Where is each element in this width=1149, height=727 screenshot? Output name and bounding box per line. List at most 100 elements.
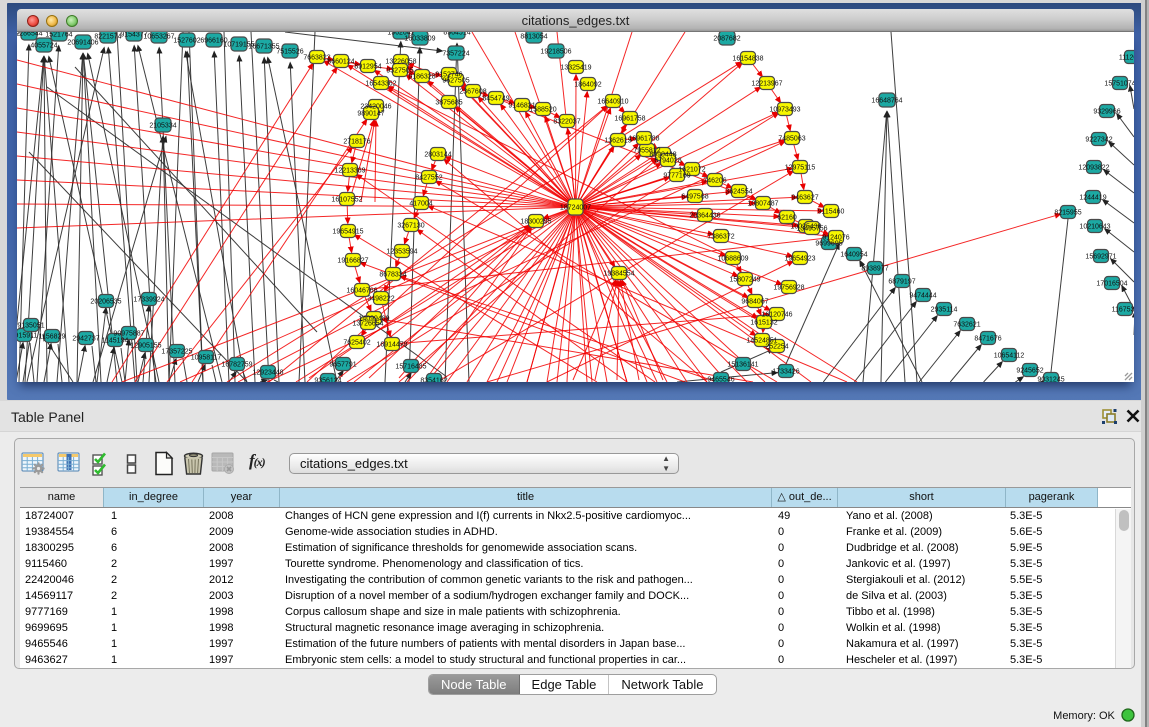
svg-text:16033809: 16033809 [404,35,435,42]
svg-text:12923448: 12923448 [252,369,283,376]
svg-text:6794028: 6794028 [654,157,681,164]
svg-text:2087682: 2087682 [713,35,740,42]
svg-text:746206: 746206 [703,177,726,184]
svg-text:62160: 62160 [777,214,797,221]
svg-text:7625402: 7625402 [343,339,370,346]
svg-text:15136141: 15136141 [727,361,758,368]
svg-text:9465546: 9465546 [707,376,734,382]
svg-text:9115460: 9115460 [818,208,845,215]
svg-text:9684067: 9684067 [741,298,768,305]
svg-text:2718176: 2718176 [343,138,370,145]
svg-text:7515526: 7515526 [276,48,303,55]
svg-text:13495756: 13495756 [796,225,827,232]
svg-text:15751074: 15751074 [1104,80,1134,87]
svg-text:16154838: 16154838 [732,55,763,62]
svg-text:12213967: 12213967 [751,80,782,87]
svg-text:9124076: 9124076 [822,234,849,241]
svg-text:9777169: 9777169 [663,172,690,179]
svg-text:16640910: 16640910 [597,98,628,105]
svg-text:8813054: 8813054 [520,33,547,40]
svg-text:20364436: 20364436 [689,212,720,219]
svg-text:16046766: 16046766 [346,287,377,294]
svg-text:1156829: 1156829 [39,333,66,340]
svg-text:8221574: 8221574 [94,33,121,40]
svg-text:1588520: 1588520 [529,106,556,113]
svg-text:8354162: 8354162 [420,377,447,382]
svg-text:16961788: 16961788 [628,135,659,142]
svg-text:12213369: 12213369 [334,167,365,174]
svg-text:16671355: 16671355 [248,43,279,50]
svg-text:8660124: 8660124 [327,58,354,65]
svg-text:7632621: 7632621 [953,321,980,328]
svg-text:1145194: 1145194 [102,337,129,344]
svg-text:1244419: 1244419 [1079,194,1106,201]
svg-text:3267130: 3267130 [397,222,424,229]
svg-text:1167533: 1167533 [1112,306,1134,313]
svg-text:3875685: 3875685 [435,99,462,106]
svg-text:8322037: 8322037 [553,118,580,125]
svg-text:8964514: 8964514 [443,32,470,36]
svg-text:20206535: 20206535 [90,298,121,305]
svg-text:10688609: 10688609 [717,255,748,262]
svg-text:18724007: 18724007 [560,204,591,211]
svg-text:2942737: 2942737 [72,335,99,342]
svg-text:3624554: 3624554 [725,188,752,195]
svg-text:19654923: 19654923 [784,255,815,262]
svg-text:10653267: 10653267 [143,33,174,40]
svg-text:9329966: 9329966 [1093,108,1120,115]
svg-text:6879197: 6879197 [888,278,915,285]
svg-text:2286544: 2286544 [17,32,43,37]
svg-text:8454749: 8454749 [482,95,509,102]
svg-text:19384554: 19384554 [603,270,634,277]
svg-text:12975115: 12975115 [785,164,816,171]
svg-text:16782759: 16782759 [221,361,252,368]
svg-text:8186328: 8186328 [408,73,435,80]
svg-text:8427552: 8427552 [415,174,442,181]
svg-text:17357225: 17357225 [161,348,192,355]
svg-text:23420046: 23420046 [360,103,391,110]
svg-text:17016504: 17016504 [1096,280,1127,287]
svg-text:7357224: 7357224 [442,50,469,57]
svg-text:16961758: 16961758 [614,115,645,122]
svg-text:9890147: 9890147 [357,110,384,117]
svg-text:13226058: 13226058 [385,58,416,65]
svg-text:9245652: 9245652 [1016,367,1043,374]
svg-text:12093822: 12093822 [1078,164,1109,171]
svg-text:10807487: 10807487 [747,200,778,207]
svg-text:8938977: 8938977 [861,265,888,272]
svg-text:16914479: 16914479 [376,341,407,348]
svg-text:9527505: 9527505 [442,77,469,84]
svg-text:2105334: 2105334 [149,122,176,129]
svg-text:16120746: 16120746 [761,311,792,318]
svg-text:19166827: 19166827 [337,257,368,264]
svg-text:13726654: 13726654 [352,320,383,327]
svg-text:19756928: 19756928 [773,284,804,291]
svg-text:16648764: 16648764 [871,97,902,104]
svg-text:20691406: 20691406 [67,39,98,46]
svg-text:9463627: 9463627 [791,194,818,201]
svg-text:18300295: 18300295 [520,218,551,225]
svg-text:9356124: 9356124 [314,377,341,382]
svg-text:17339924: 17339924 [133,296,164,303]
svg-text:8678334: 8678334 [379,271,406,278]
svg-text:19218506: 19218506 [540,48,571,55]
svg-text:7386372: 7386372 [707,233,734,240]
svg-text:9135051: 9135051 [17,322,44,329]
svg-text:6497568: 6497568 [681,193,708,200]
svg-text:9474444: 9474444 [909,292,936,299]
svg-text:3498222: 3498222 [367,295,394,302]
svg-text:9227342: 9227342 [1085,136,1112,143]
svg-text:252254: 252254 [765,343,788,350]
svg-text:9657791: 9657791 [329,361,356,368]
svg-text:2803144: 2803144 [424,151,451,158]
svg-text:417004: 417004 [409,200,432,207]
svg-text:10210643: 10210643 [1079,223,1110,230]
svg-text:7485063: 7485063 [778,135,805,142]
svg-text:16543362: 16543362 [365,80,396,87]
svg-text:2367608: 2367608 [459,88,486,95]
svg-text:12905155: 12905155 [130,342,161,349]
svg-text:9031245: 9031245 [1037,376,1064,382]
svg-text:19654915: 19654915 [332,228,363,235]
svg-text:15716485: 15716485 [395,363,426,370]
svg-text:8471676: 8471676 [974,335,1001,342]
